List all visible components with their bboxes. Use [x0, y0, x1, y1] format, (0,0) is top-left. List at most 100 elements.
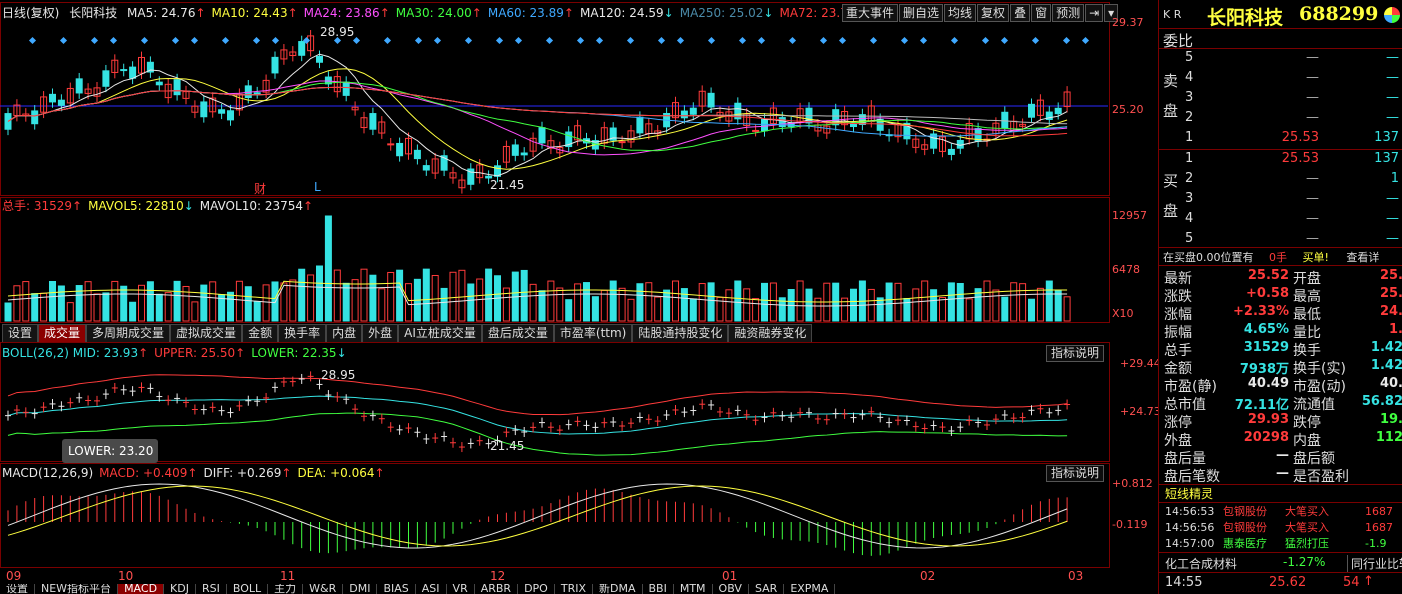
boll-explain-button[interactable]: 指标说明 [1046, 345, 1105, 362]
buy-price-3[interactable]: — [1239, 191, 1319, 206]
mavol5-line [7, 280, 1068, 303]
sell-price-3[interactable]: — [1239, 90, 1319, 105]
tab-12[interactable]: 融资融券变化 [728, 324, 813, 342]
kline-chart-area[interactable]: 日线(复权) 长阳科技 MA5: 24.76↑ MA10: 24.43↑ MA24:… [0, 0, 1161, 594]
industry-compare-button[interactable]: 同行业比较 [1347, 555, 1402, 572]
indicator-tab-8[interactable]: DMI [343, 584, 378, 594]
buy-level-2: 2 [1185, 171, 1194, 186]
short-line-row[interactable]: 14:56:56 包钢股份 大笔买入 1687 [1159, 520, 1402, 536]
short-line-row[interactable]: 14:56:53 包钢股份 大笔买入 1687 [1159, 504, 1402, 520]
tab-10[interactable]: 市盈率(ttm) [553, 324, 633, 342]
buy-side-text: 买盘 [1163, 172, 1179, 220]
sell-price-4[interactable]: — [1239, 70, 1319, 85]
tab-11[interactable]: 陆股通持股变化 [632, 324, 729, 342]
event-diamond-marker [171, 36, 180, 45]
indicator-tab-10[interactable]: ASI [416, 584, 447, 594]
tick-price: 25.62 [1269, 575, 1307, 590]
macd-label-1: MACD: +0.409 [99, 466, 188, 480]
indicator-tab-2[interactable]: MACD [118, 584, 165, 594]
tab-3[interactable]: 虚拟成交量 [170, 324, 243, 342]
candle-body [342, 81, 350, 96]
financial-report-marker[interactable]: 财 [254, 180, 266, 197]
indicator-tab-3[interactable]: KDJ [164, 584, 196, 594]
stat-value-9b: 112 [1375, 430, 1402, 445]
tab-2[interactable]: 多周期成交量 [86, 324, 171, 342]
volume-bar [458, 269, 466, 322]
tab-7[interactable]: 外盘 [362, 324, 399, 342]
indicator-bottom-bar: 设置 NEW指标平台 MACD KDJ RSI BOLL 主力 W&R DMI BIAS ASI VR… [0, 584, 1110, 594]
industry-name[interactable]: 化工合成材料 [1165, 555, 1237, 572]
buy-price-1[interactable]: 25.53 [1239, 151, 1319, 166]
macd-explain-button[interactable]: 指标说明 [1046, 465, 1105, 482]
volume-bar [939, 297, 946, 322]
sell-price-1[interactable]: 25.53 [1239, 130, 1319, 145]
tab-5[interactable]: 换手率 [278, 324, 327, 342]
volume-bar [1010, 282, 1018, 322]
indicator-tab-12[interactable]: ARBR [475, 584, 519, 594]
pie-chart-icon[interactable] [1384, 7, 1400, 23]
view-detail-link[interactable]: 查看详 [1346, 251, 1379, 264]
short-line-title[interactable]: 短线精灵 [1165, 485, 1213, 502]
stat-label-5b: 换手(实) [1293, 361, 1346, 377]
volume-bar [983, 280, 991, 322]
indicator-tab-4[interactable]: RSI [196, 584, 227, 594]
short-line-row[interactable]: 14:57:00 惠泰医疗 猛烈打压 -1.9 [1159, 536, 1402, 552]
sell-price-2[interactable]: — [1239, 110, 1319, 125]
indicator-tab-15[interactable]: 新DMA [593, 584, 643, 594]
indicator-tab-20[interactable]: EXPMA [784, 584, 836, 594]
order-info-c: 买单! [1302, 251, 1329, 264]
candle-body [218, 109, 226, 114]
indicator-tab-16[interactable]: BBI [643, 584, 674, 594]
candle-body [49, 93, 56, 103]
indicator-tab-17[interactable]: MTM [674, 584, 713, 594]
candle-body [155, 81, 163, 86]
volume-bar [13, 285, 21, 322]
volume-bar [796, 280, 804, 322]
tab-9[interactable]: 盘后成交量 [481, 324, 554, 342]
indicator-tab-11[interactable]: VR [447, 584, 475, 594]
price-axis-high: 29.37 [1112, 16, 1144, 29]
indicator-tab-5[interactable]: BOLL [227, 584, 269, 594]
indicator-tab-13[interactable]: DPO [518, 584, 555, 594]
indicator-tab-6[interactable]: 主力 [268, 584, 304, 594]
candle-body [253, 92, 261, 95]
stat-value-6b: 40. [1379, 376, 1402, 391]
buy-price-2[interactable]: — [1239, 171, 1319, 186]
candle-body [120, 69, 128, 72]
volume-bar [111, 280, 119, 322]
indicator-tab-1[interactable]: NEW指标平台 [35, 584, 119, 594]
tab-8[interactable]: AI立桩成交量 [398, 324, 482, 342]
indicator-tab-18[interactable]: OBV [713, 584, 749, 594]
candle-body [102, 70, 110, 87]
candle-body [850, 123, 857, 128]
order-info-a: 在买盘0.00位置有 [1163, 251, 1254, 264]
stat-value-7b: 56.82 [1361, 394, 1402, 409]
buy-level-5: 5 [1185, 231, 1194, 246]
indicator-tab-14[interactable]: TRIX [555, 584, 593, 594]
l-marker[interactable]: L [314, 180, 321, 194]
buy-price-5[interactable]: — [1239, 231, 1319, 246]
tab-0[interactable]: 设置 [2, 324, 39, 342]
volume-bar [761, 282, 768, 322]
indicator-tab-19[interactable]: SAR [749, 584, 785, 594]
stat-value-4b: 1.42 [1370, 340, 1402, 355]
sell-volume-3: — [1386, 90, 1399, 105]
short-line-value: 1687 [1365, 505, 1393, 518]
indicator-tab-9[interactable]: BIAS [377, 584, 416, 594]
separator [1159, 247, 1402, 248]
buy-price-4[interactable]: — [1239, 211, 1319, 226]
indicator-tab-7[interactable]: W&R [303, 584, 344, 594]
tab-1[interactable]: 成交量 [38, 324, 87, 342]
boll-mid-line [7, 395, 1068, 435]
event-diamond-marker [676, 36, 685, 45]
indicator-tab-0[interactable]: 设置 [0, 584, 35, 594]
tab-4[interactable]: 金额 [242, 324, 279, 342]
separator [1159, 265, 1402, 266]
event-diamond-marker [433, 36, 442, 45]
stat-value-1b: 25. [1379, 286, 1402, 301]
candle-body [4, 113, 12, 130]
tab-6[interactable]: 内盘 [326, 324, 363, 342]
price-axis-mid: 25.20 [1112, 103, 1144, 116]
sell-price-5[interactable]: — [1239, 50, 1319, 65]
chart-canvas [0, 30, 1108, 556]
